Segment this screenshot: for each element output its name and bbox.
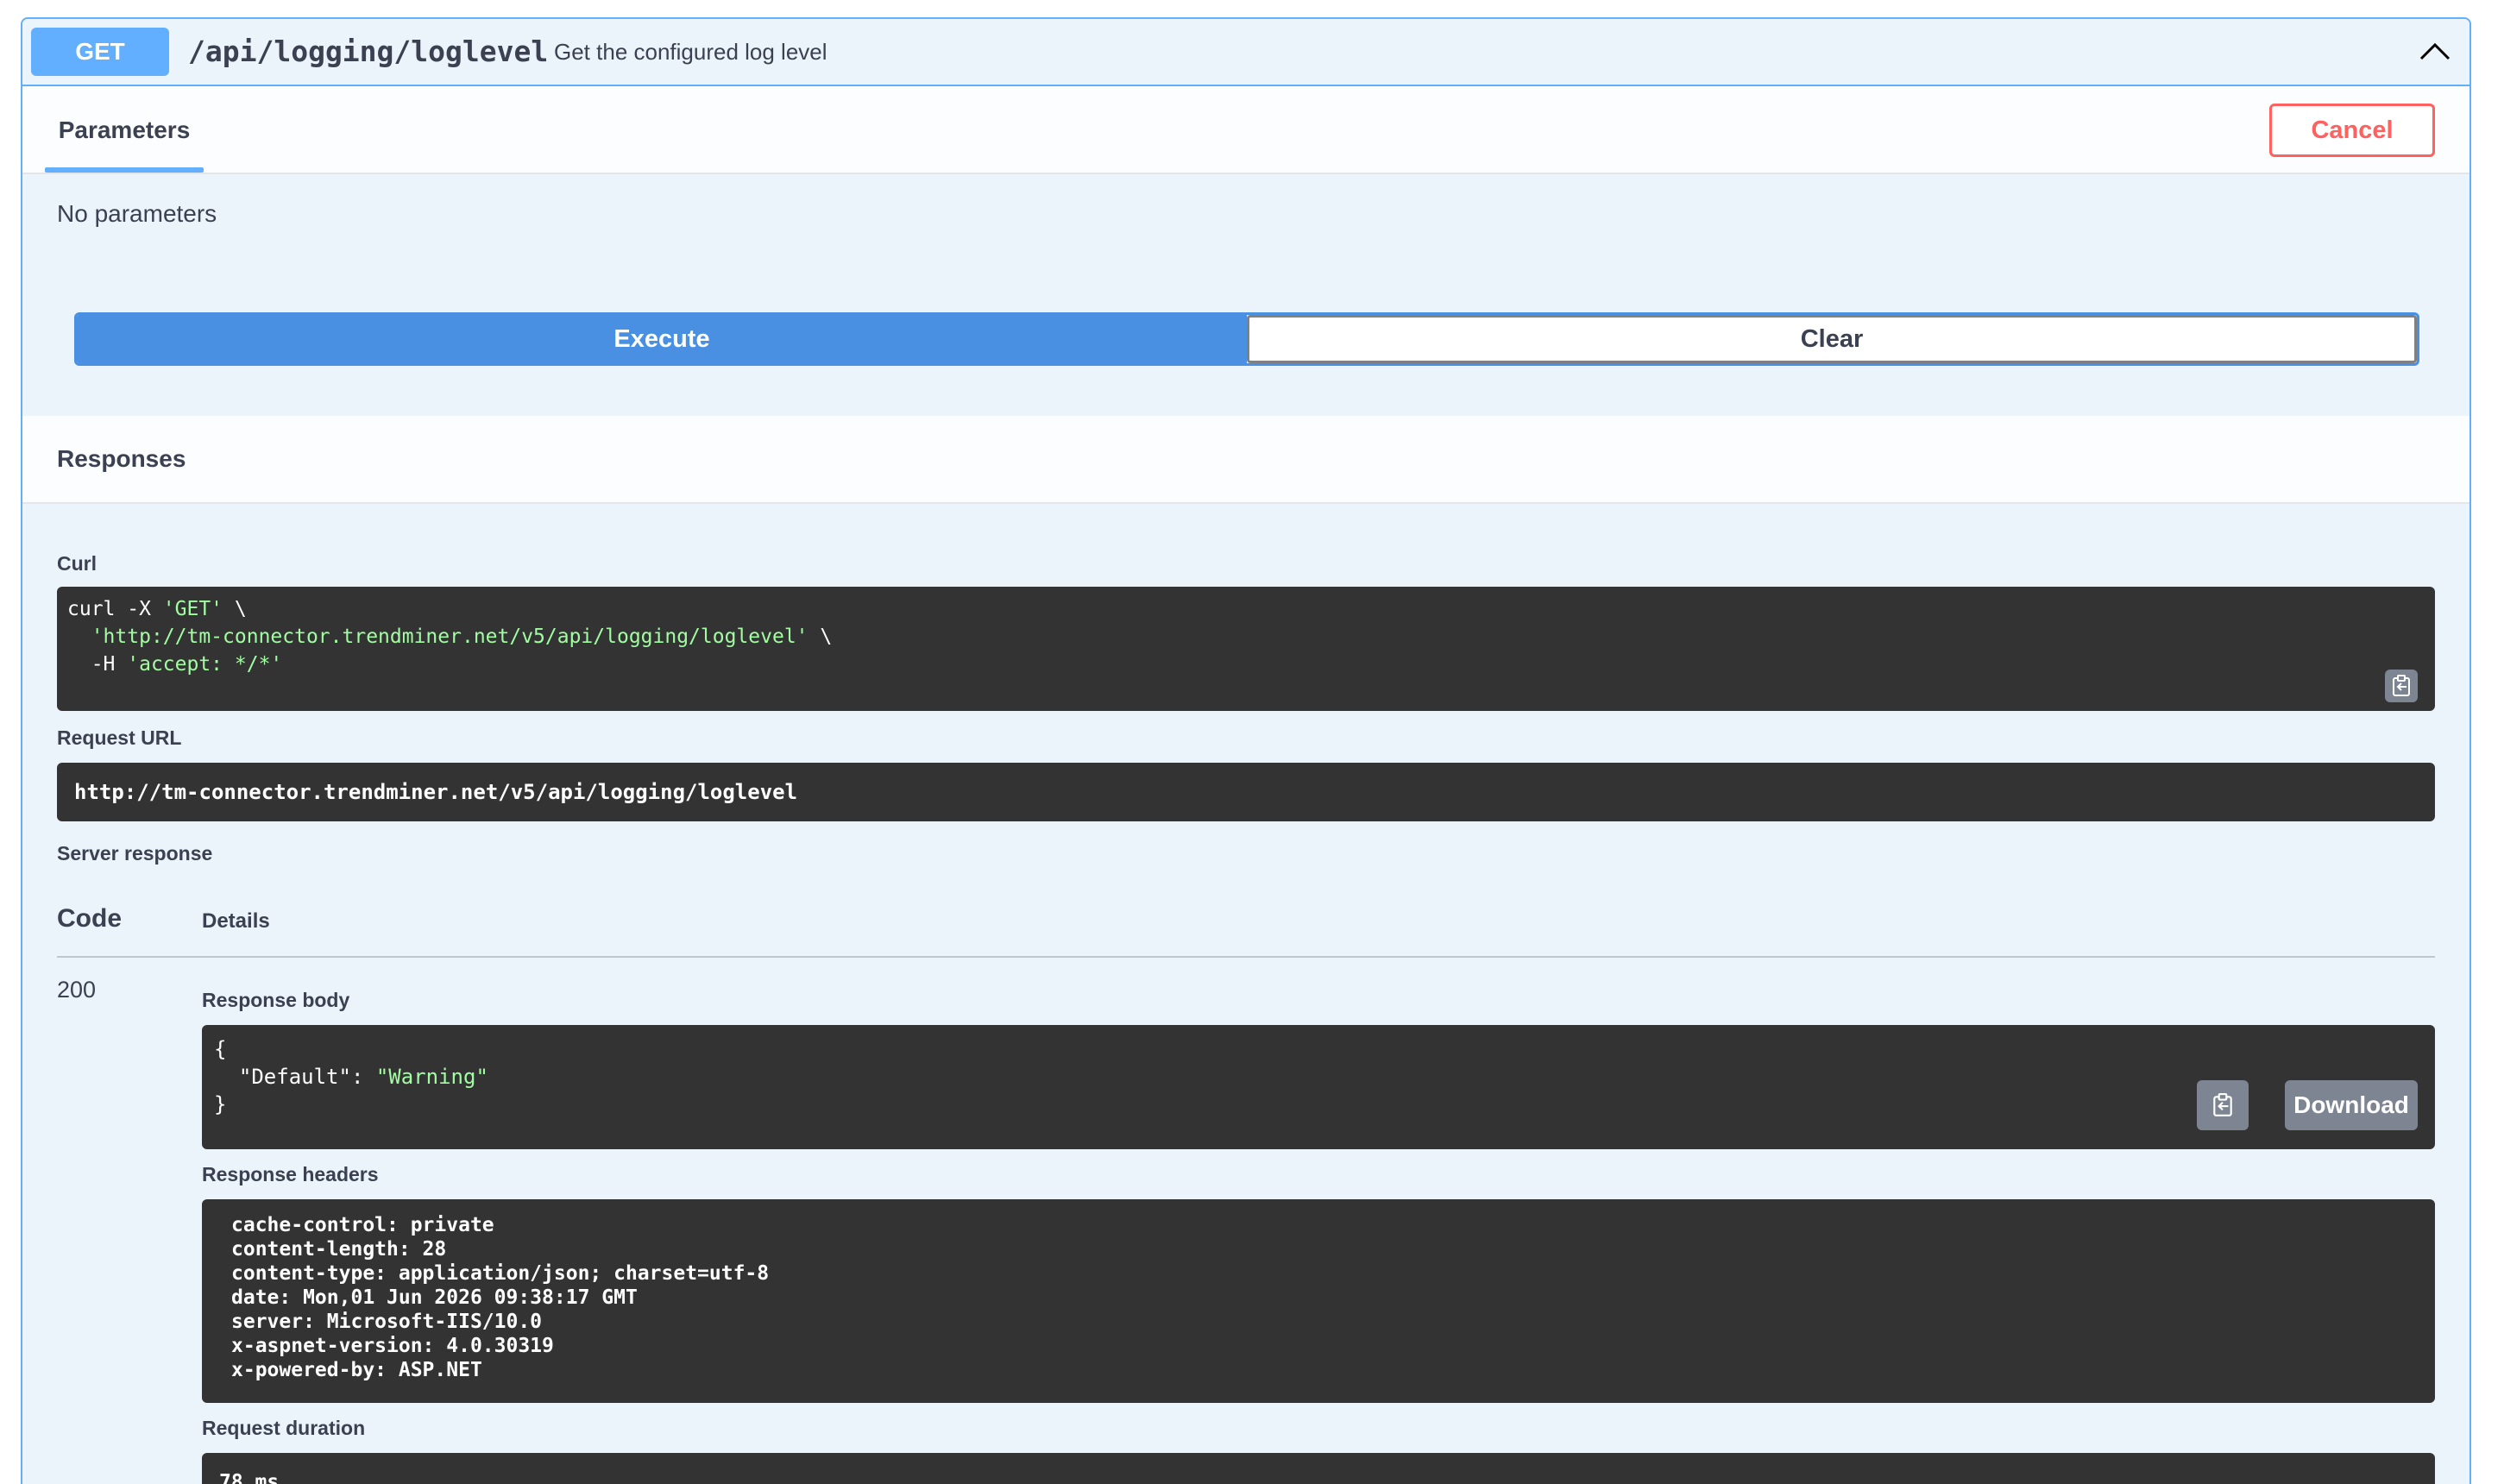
code-column-header: Code: [57, 904, 122, 933]
response-body-label: Response body: [202, 989, 350, 1011]
curl-url: 'http://tm-connector.trendminer.net/v5/a…: [91, 626, 808, 648]
chevron-up-icon[interactable]: [2418, 36, 2452, 67]
http-method-badge: GET: [31, 28, 169, 76]
curl-text: curl -X: [67, 598, 163, 620]
response-headers[interactable]: cache-control: private content-length: 28…: [202, 1199, 2435, 1403]
server-response-label: Server response: [57, 842, 213, 865]
json-key: "Default":: [214, 1065, 376, 1089]
execute-clear-group: Execute Clear: [74, 312, 2419, 366]
curl-command[interactable]: curl -X 'GET' \ 'http://tm-connector.tre…: [57, 587, 2435, 711]
responses-title: Responses: [22, 416, 2469, 504]
copy-to-clipboard-icon[interactable]: [2385, 670, 2418, 702]
response-body[interactable]: { "Default": "Warning" } Download: [202, 1025, 2435, 1149]
header-line: cache-control: private: [231, 1214, 494, 1236]
curl-text: \: [223, 598, 247, 620]
header-line: date: Mon,01 Jun 2026 09:38:17 GMT: [231, 1286, 638, 1309]
details-column-header: Details: [202, 909, 270, 933]
header-line: x-aspnet-version: 4.0.30319: [231, 1335, 554, 1357]
operation-block: GET /api/logging/loglevel Get the config…: [21, 17, 2471, 1484]
request-url-label: Request URL: [57, 726, 182, 749]
curl-label: Curl: [57, 552, 97, 575]
table-divider: [57, 956, 2435, 958]
parameters-header: Parameters Cancel: [22, 86, 2469, 174]
header-line: server: Microsoft-IIS/10.0: [231, 1311, 543, 1333]
curl-header: 'accept: */*': [127, 653, 283, 676]
curl-text: \: [808, 626, 833, 648]
header-line: content-length: 28: [231, 1238, 447, 1261]
active-tab-indicator: [45, 167, 204, 173]
download-button[interactable]: Download: [2285, 1080, 2418, 1130]
json-brace: }: [214, 1092, 227, 1116]
json-value: "Warning": [375, 1065, 488, 1089]
cancel-button[interactable]: Cancel: [2269, 104, 2435, 157]
endpoint-path: /api/logging/loglevel: [188, 35, 549, 68]
header-line: content-type: application/json; charset=…: [231, 1262, 770, 1285]
no-parameters-text: No parameters: [57, 200, 217, 227]
status-code: 200: [57, 977, 97, 1003]
header-line: x-powered-by: ASP.NET: [231, 1359, 482, 1381]
clear-button[interactable]: Clear: [1247, 315, 2417, 363]
curl-text: [67, 626, 91, 648]
request-duration-value[interactable]: 78 ms: [202, 1453, 2435, 1484]
json-brace: {: [214, 1037, 227, 1061]
operation-summary[interactable]: GET /api/logging/loglevel Get the config…: [22, 19, 2469, 86]
copy-to-clipboard-icon[interactable]: [2197, 1080, 2249, 1130]
curl-method: 'GET': [162, 598, 223, 620]
tab-parameters[interactable]: Parameters: [45, 86, 204, 174]
endpoint-description: Get the configured log level: [554, 39, 827, 65]
response-headers-label: Response headers: [202, 1163, 379, 1185]
request-url-value[interactable]: http://tm-connector.trendminer.net/v5/ap…: [57, 763, 2435, 821]
execute-button[interactable]: Execute: [77, 315, 1247, 363]
curl-text: -H: [67, 653, 128, 676]
request-duration-label: Request duration: [202, 1417, 366, 1439]
